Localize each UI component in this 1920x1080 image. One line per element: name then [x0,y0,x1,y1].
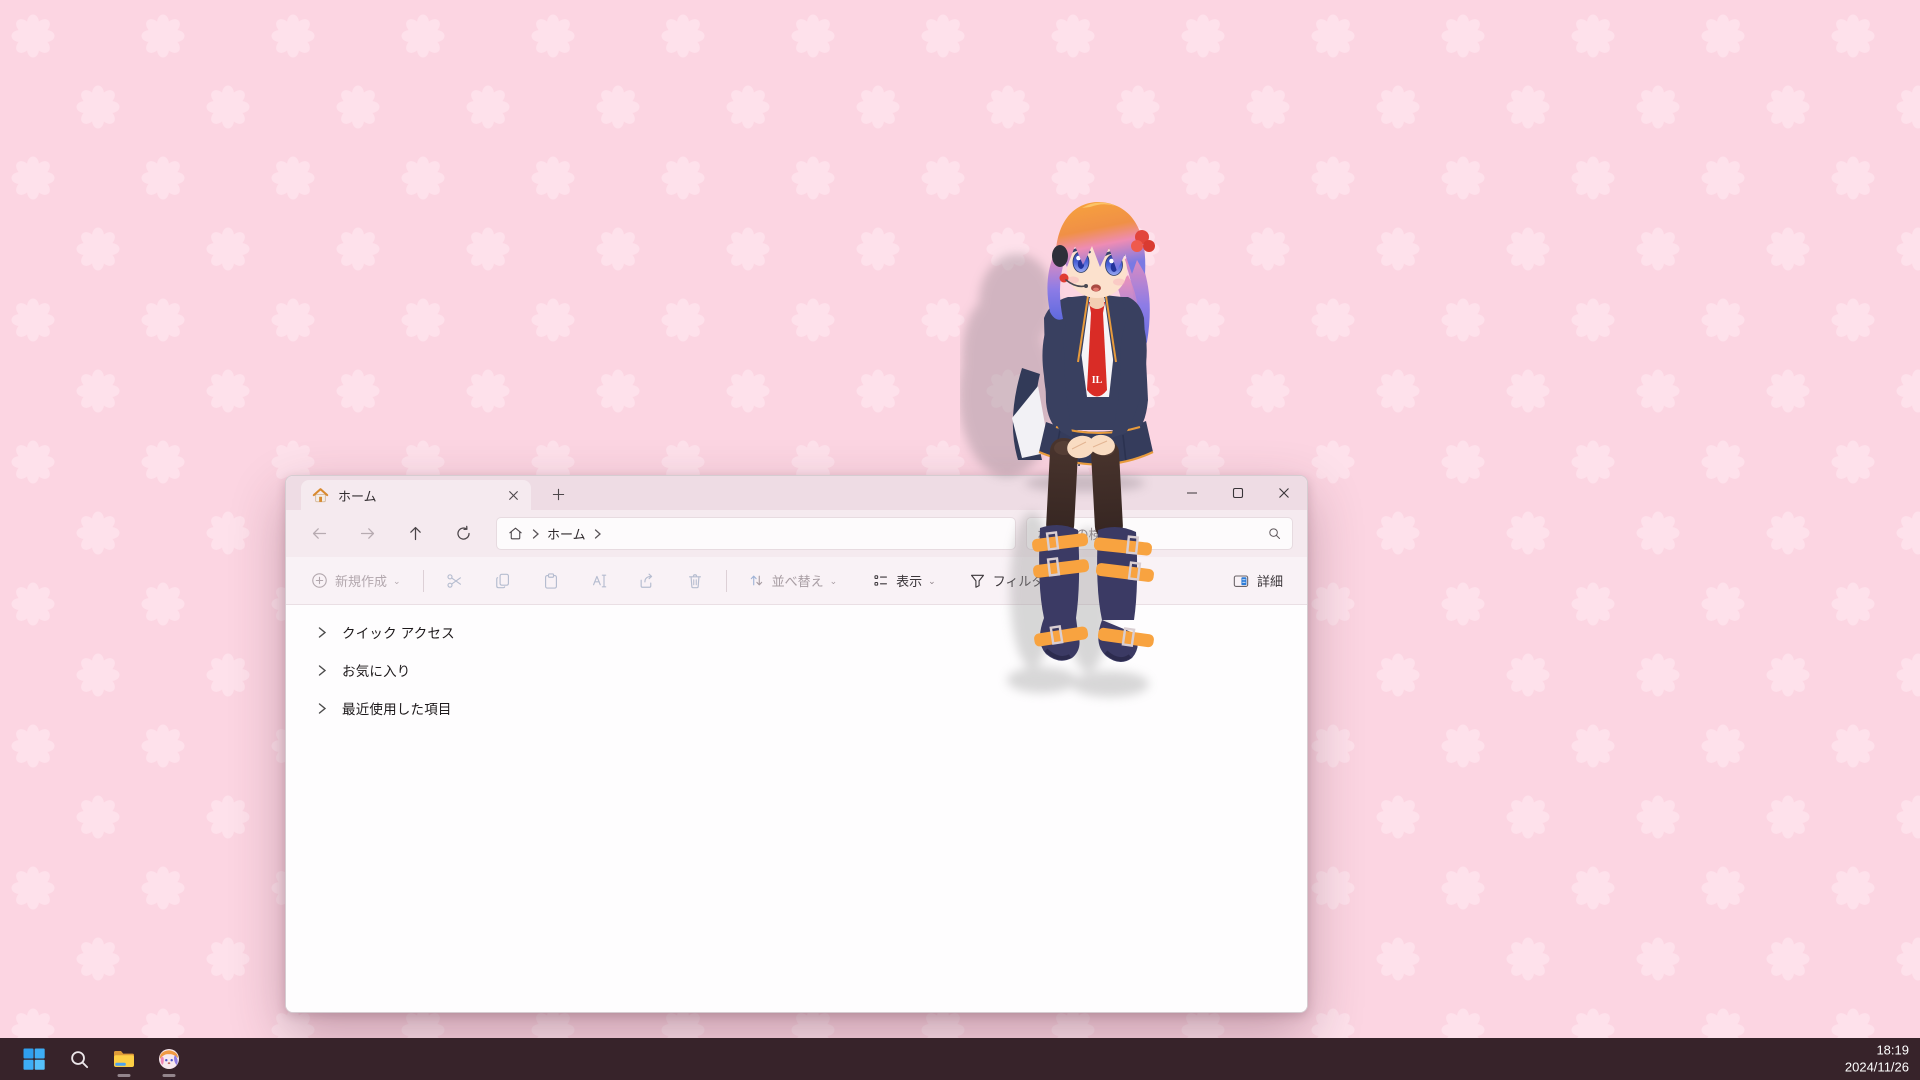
share-icon [637,571,657,591]
chevron-right-icon[interactable] [317,626,327,639]
chevron-down-icon: ⌄ [830,576,838,587]
view-list-icon [871,571,890,590]
taskbar: 18:19 2024/11/26 [0,1038,1920,1080]
close-icon [1278,487,1290,499]
taskbar-mascot-app-button[interactable] [148,1039,190,1079]
running-indicator [163,1074,176,1077]
copy-button[interactable] [484,564,522,598]
close-window-button[interactable] [1261,476,1307,510]
refresh-button[interactable] [444,517,482,551]
chevron-right-icon[interactable] [317,664,327,677]
tab-home[interactable]: ホーム [301,480,531,510]
breadcrumb-home[interactable]: ホーム [547,524,586,543]
desktop: ホーム [0,0,1920,1080]
mascot-app-icon [157,1047,181,1071]
back-button[interactable] [300,517,338,551]
scissors-icon [445,571,465,591]
sort-button[interactable]: 並べ替え ⌄ [739,564,846,598]
tab-title: ホーム [338,486,495,505]
forward-button[interactable] [348,517,386,551]
rename-icon [589,571,609,591]
taskbar-file-explorer-button[interactable] [103,1039,145,1079]
details-pane-icon [1231,571,1251,591]
refresh-icon [455,525,472,542]
clock-date: 2024/11/26 [1845,1059,1909,1076]
folder-icon [111,1046,137,1072]
chevron-down-icon: ⌄ [393,576,401,587]
clock-time: 18:19 [1845,1043,1909,1060]
view-label: 表示 [896,571,922,590]
toolbar-separator [423,570,424,592]
taskbar-search-button[interactable] [58,1039,100,1079]
new-tab-button[interactable] [543,481,573,507]
new-item-label: 新規作成 [335,571,387,590]
delete-button[interactable] [676,564,714,598]
arrow-right-icon [359,525,376,542]
details-pane-button[interactable]: 詳細 [1223,564,1291,598]
cut-button[interactable] [436,564,474,598]
search-icon [68,1048,91,1071]
address-bar[interactable]: ホーム [496,517,1016,550]
chevron-right-icon [531,528,540,540]
toolbar-separator [726,570,727,592]
tree-item-label: お気に入り [342,660,411,680]
chevron-down-icon: ⌄ [928,576,936,587]
arrow-left-icon [311,525,328,542]
maximize-icon [1232,487,1244,499]
svg-text:IL: IL [1092,375,1103,386]
start-button[interactable] [13,1039,55,1079]
up-button[interactable] [396,517,434,551]
plus-circle-icon [310,571,329,590]
new-item-button[interactable]: 新規作成 ⌄ [302,564,409,598]
close-icon [508,490,519,501]
chevron-right-icon[interactable] [317,702,327,715]
plus-icon [552,488,565,501]
details-label: 詳細 [1257,571,1283,590]
share-button[interactable] [628,564,666,598]
running-indicator [118,1074,131,1077]
home-tab-icon [311,486,330,505]
search-icon [1267,526,1282,541]
taskbar-clock[interactable]: 18:19 2024/11/26 [1845,1043,1909,1076]
sort-label: 並べ替え [772,571,824,590]
home-icon [507,525,524,542]
desktop-mascot-character[interactable]: IL [960,190,1220,710]
sort-arrows-icon [747,571,766,590]
trash-icon [685,571,705,591]
view-button[interactable]: 表示 ⌄ [863,564,944,598]
tab-close-button[interactable] [503,485,523,505]
arrow-up-icon [407,525,424,542]
maximize-button[interactable] [1215,476,1261,510]
tree-item-label: クイック アクセス [342,622,455,642]
paste-icon [541,571,561,591]
copy-icon [493,571,513,591]
rename-button[interactable] [580,564,618,598]
windows-logo-icon [22,1047,46,1071]
chevron-right-icon [593,528,602,540]
tree-item-label: 最近使用した項目 [342,698,452,718]
paste-button[interactable] [532,564,570,598]
